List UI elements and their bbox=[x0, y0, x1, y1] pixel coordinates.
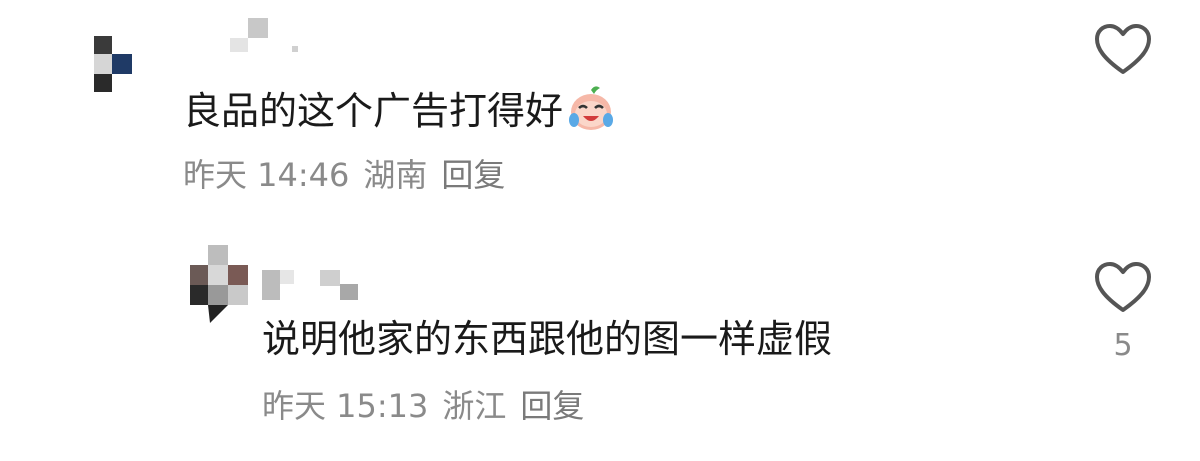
username[interactable] bbox=[262, 268, 382, 304]
reply-button[interactable]: 回复 bbox=[441, 156, 505, 194]
comment-location: 湖南 bbox=[363, 156, 428, 194]
comment-text: 良品的这个广告打得好 bbox=[183, 84, 615, 133]
crying-laughing-face-icon bbox=[569, 86, 614, 130]
username[interactable] bbox=[230, 18, 310, 52]
like-heart-icon[interactable] bbox=[1093, 22, 1153, 78]
comment-time: 昨天 15:13 bbox=[262, 387, 429, 425]
reply-comment-item: 说明他家的东西跟他的图一样虚假 昨天 15:13 浙江 回复 5 bbox=[0, 230, 1200, 461]
comment-meta: 昨天 15:13 浙江 回复 bbox=[262, 386, 598, 426]
comment-item: 良品的这个广告打得好 昨天 14:46 湖南 回复 bbox=[0, 0, 1200, 210]
like-heart-icon[interactable] bbox=[1093, 260, 1153, 316]
avatar[interactable] bbox=[92, 36, 140, 96]
comment-text-body: 良品的这个广告打得好 bbox=[183, 89, 564, 133]
comment-text-body: 说明他家的东西跟他的图一样虚假 bbox=[262, 317, 833, 361]
comment-text: 说明他家的东西跟他的图一样虚假 bbox=[262, 317, 832, 361]
avatar[interactable] bbox=[190, 245, 250, 325]
like-count: 5 bbox=[1113, 328, 1133, 363]
comment-location: 浙江 bbox=[442, 387, 507, 425]
comment-time: 昨天 14:46 bbox=[183, 156, 350, 194]
comment-meta: 昨天 14:46 湖南 回复 bbox=[183, 155, 519, 195]
reply-button[interactable]: 回复 bbox=[520, 387, 584, 425]
